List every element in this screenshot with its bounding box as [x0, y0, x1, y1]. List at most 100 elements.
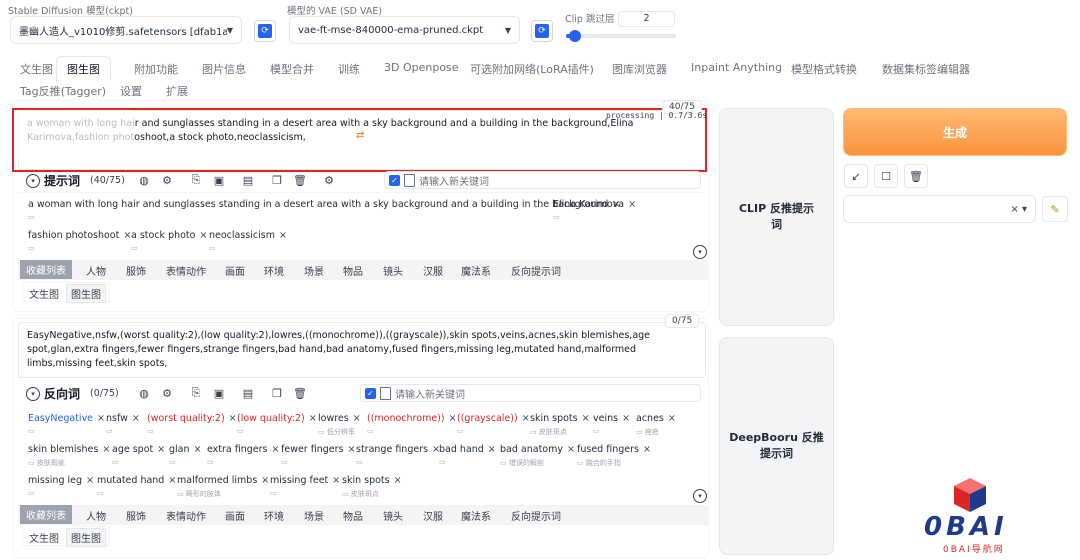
category-tab[interactable]: 物品: [343, 508, 363, 523]
negative-textarea[interactable]: EasyNegative,nsfw,(worst quality:2),(low…: [18, 322, 706, 378]
category-tab[interactable]: 收藏列表: [20, 260, 72, 279]
expand-icon[interactable]: ▾: [693, 245, 707, 259]
tab-14[interactable]: 扩展: [166, 83, 188, 99]
collapse-icon[interactable]: ▾: [26, 386, 40, 401]
negative-tag[interactable]: skin spots ×: [342, 475, 402, 486]
negative-tag[interactable]: ((monochrome)) ×: [367, 413, 457, 424]
clip-skip-slider-thumb[interactable]: [568, 30, 581, 42]
bookmark-icon[interactable]: ▣: [210, 384, 228, 402]
prompt-tag[interactable]: neoclassicism ×: [209, 230, 287, 241]
category-tab[interactable]: 场景: [304, 263, 324, 278]
square-icon[interactable]: ☐: [874, 164, 898, 188]
remove-tag-icon[interactable]: ×: [622, 413, 630, 424]
style-select[interactable]: × ▾: [843, 195, 1036, 223]
tab-0[interactable]: 文生图: [20, 61, 53, 77]
remove-tag-icon[interactable]: ×: [582, 413, 590, 424]
remove-tag-icon[interactable]: ×: [394, 475, 402, 486]
paste-icon[interactable]: ⎘: [187, 171, 205, 189]
remove-tag-icon[interactable]: ×: [628, 199, 636, 210]
remove-tag-icon[interactable]: ×: [309, 413, 317, 424]
category-tab[interactable]: 反向提示词: [511, 508, 561, 523]
negative-tag[interactable]: missing feet ×: [270, 475, 340, 486]
tab-10[interactable]: 模型格式转换: [791, 61, 857, 77]
gear-icon[interactable]: ⚙: [158, 171, 176, 189]
tab-2[interactable]: 附加功能: [134, 61, 178, 77]
refresh-checkpoint-button[interactable]: ⟳: [254, 20, 276, 42]
tab-8[interactable]: 图库浏览器: [612, 61, 667, 77]
remove-tag-icon[interactable]: ×: [347, 444, 355, 455]
subtab-1[interactable]: 图生图: [66, 528, 106, 547]
category-tab[interactable]: 画面: [225, 508, 245, 523]
negative-tag[interactable]: extra fingers ×: [207, 444, 279, 455]
clip-interrogate-button[interactable]: CLIP 反推提示词: [719, 108, 834, 326]
negative-tag[interactable]: skin spots ×: [530, 413, 590, 424]
category-tab[interactable]: 收藏列表: [20, 505, 72, 524]
remove-tag-icon[interactable]: ×: [522, 413, 530, 424]
bookmark-icon[interactable]: ▣: [210, 171, 228, 189]
category-tab[interactable]: 人物: [86, 508, 106, 523]
prompt-tag[interactable]: a woman with long hair and sunglasses st…: [28, 199, 620, 210]
copy-icon[interactable]: ❐: [268, 171, 286, 189]
collapse-icon[interactable]: ▾: [26, 173, 40, 188]
remove-tag-icon[interactable]: ×: [194, 444, 202, 455]
negative-tag[interactable]: veins ×: [593, 413, 630, 424]
tab-4[interactable]: 模型合并: [270, 61, 314, 77]
category-tab[interactable]: 魔法系: [461, 263, 491, 278]
negative-tag[interactable]: (worst quality:2) ×: [147, 413, 237, 424]
negative-tag[interactable]: EasyNegative ×: [28, 413, 105, 424]
clip-skip-number[interactable]: 2: [618, 11, 675, 27]
category-tab[interactable]: 物品: [343, 263, 363, 278]
tab-7[interactable]: 可选附加网络(LoRA插件): [470, 61, 594, 77]
clip-skip-slider[interactable]: [566, 30, 676, 42]
negative-tag[interactable]: fused fingers ×: [577, 444, 651, 455]
expand-icon[interactable]: ▾: [693, 489, 707, 503]
remove-tag-icon[interactable]: ×: [168, 475, 176, 486]
category-tab[interactable]: 环境: [264, 508, 284, 523]
negative-tag[interactable]: fewer fingers ×: [281, 444, 355, 455]
negative-tag[interactable]: skin blemishes ×: [28, 444, 110, 455]
generate-button[interactable]: 生成: [843, 108, 1067, 156]
remove-tag-icon[interactable]: ×: [132, 413, 140, 424]
category-tab[interactable]: 人物: [86, 263, 106, 278]
negative-tag[interactable]: nsfw ×: [106, 413, 140, 424]
refresh-vae-button[interactable]: ⟳: [531, 20, 553, 42]
negative-tag[interactable]: age spot ×: [112, 444, 165, 455]
negative-tag[interactable]: malformed limbs ×: [177, 475, 269, 486]
remove-tag-icon[interactable]: ×: [449, 413, 457, 424]
gear-icon[interactable]: ⚙: [158, 384, 176, 402]
remove-tag-icon[interactable]: ×: [229, 413, 237, 424]
tab-12[interactable]: Tag反推(Tagger): [20, 83, 106, 99]
tab-5[interactable]: 训练: [338, 61, 360, 77]
deepbooru-interrogate-button[interactable]: DeepBooru 反推提示词: [719, 337, 834, 555]
globe-icon[interactable]: ◍: [135, 384, 153, 402]
remove-tag-icon[interactable]: ×: [643, 444, 651, 455]
tab-9[interactable]: Inpaint Anything: [691, 61, 782, 74]
globe-icon[interactable]: ◍: [135, 171, 153, 189]
remove-tag-icon[interactable]: ×: [279, 230, 287, 241]
prompt-tag[interactable]: Elina Karimova ×: [553, 199, 636, 210]
remove-tag-icon[interactable]: ×: [199, 230, 207, 241]
clear-icon[interactable]: × ▾: [1010, 204, 1027, 215]
vae-select[interactable]: vae-ft-mse-840000-ema-pruned.ckpt ▼: [289, 16, 520, 44]
remove-tag-icon[interactable]: ×: [272, 444, 280, 455]
remove-tag-icon[interactable]: ×: [668, 413, 676, 424]
category-tab[interactable]: 镜头: [383, 263, 403, 278]
remove-tag-icon[interactable]: ×: [102, 444, 110, 455]
arrow-icon[interactable]: ↙: [844, 164, 868, 188]
category-tab[interactable]: 反向提示词: [511, 263, 561, 278]
negative-tag[interactable]: strange fingers ×: [356, 444, 440, 455]
remove-tag-icon[interactable]: ×: [353, 413, 361, 424]
category-tab[interactable]: 场景: [304, 508, 324, 523]
negative-tag[interactable]: ((grayscale)) ×: [457, 413, 530, 424]
negative-tag[interactable]: missing leg ×: [28, 475, 94, 486]
category-tab[interactable]: 镜头: [383, 508, 403, 523]
paste-icon[interactable]: ⎘: [187, 384, 205, 402]
negative-tag[interactable]: lowres ×: [318, 413, 361, 424]
trash-icon[interactable]: 🗑: [291, 171, 309, 189]
tab-3[interactable]: 图片信息: [202, 61, 246, 77]
category-tab[interactable]: 汉服: [423, 508, 443, 523]
prompt-keyword-input[interactable]: ✓ 请输入新关键词: [384, 171, 701, 189]
negative-tag[interactable]: (low quality:2) ×: [237, 413, 317, 424]
tab-11[interactable]: 数据集标签编辑器: [882, 61, 970, 77]
settings-icon[interactable]: ⚙: [320, 171, 338, 189]
